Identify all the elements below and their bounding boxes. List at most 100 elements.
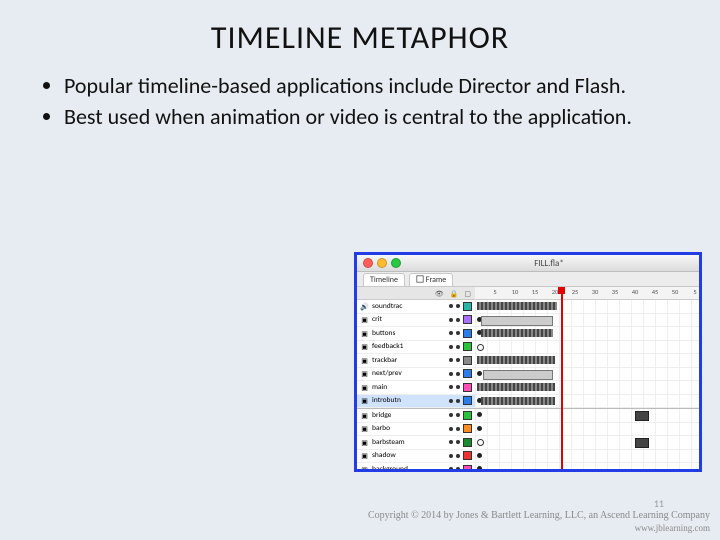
panel-tabs: Timeline Frame bbox=[357, 272, 699, 287]
lock-dot bbox=[456, 345, 460, 349]
layer-name: introbutn bbox=[372, 396, 446, 405]
layer-icon: ▣ bbox=[360, 342, 369, 351]
visibility-dot bbox=[449, 318, 453, 322]
layer-row: ▣introbutn bbox=[357, 395, 475, 409]
layer-row: ▣crit bbox=[357, 314, 475, 328]
bullet-item: Popular timeline-based applications incl… bbox=[64, 73, 690, 100]
lock-dot bbox=[456, 399, 460, 403]
lock-dot bbox=[456, 413, 460, 417]
layer-name: shadow bbox=[372, 451, 446, 460]
timeline-track bbox=[475, 381, 699, 395]
ruler-mark: 40 bbox=[632, 288, 639, 296]
timeline-track bbox=[475, 423, 699, 437]
layer-name: main bbox=[372, 383, 446, 392]
layer-name: soundtrac bbox=[372, 302, 446, 311]
layer-name: barbsteam bbox=[372, 438, 446, 447]
ruler-mark: 5 bbox=[693, 288, 696, 296]
layer-row: 🔊soundtrac bbox=[357, 300, 475, 314]
color-swatch bbox=[463, 383, 472, 392]
eye-icon: 👁 bbox=[435, 289, 444, 298]
lock-dot bbox=[456, 454, 460, 458]
layer-icon: ▣ bbox=[360, 369, 369, 378]
timeline-track bbox=[475, 341, 699, 355]
color-swatch bbox=[463, 438, 472, 447]
lock-dot bbox=[456, 372, 460, 376]
color-swatch bbox=[463, 411, 472, 420]
keyframe bbox=[477, 466, 482, 471]
keyframe bbox=[481, 329, 553, 337]
keyframe bbox=[481, 397, 555, 405]
keyframe bbox=[483, 370, 553, 380]
page-number: 11 bbox=[654, 497, 664, 510]
lock-dot bbox=[456, 304, 460, 308]
window-title: FILL.fla* bbox=[405, 258, 693, 269]
timeline-track bbox=[475, 354, 699, 368]
color-swatch bbox=[463, 451, 472, 460]
layer-icon: ▣ bbox=[360, 411, 369, 420]
keyframe bbox=[477, 383, 555, 391]
bullet-item: Best used when animation or video is cen… bbox=[64, 104, 690, 131]
layer-icon: ▣ bbox=[360, 396, 369, 405]
visibility-dot bbox=[449, 440, 453, 444]
timeline-track bbox=[475, 408, 699, 423]
layer-row: ▣feedback1 bbox=[357, 341, 475, 355]
keyframe bbox=[635, 438, 649, 448]
keyframe bbox=[477, 426, 482, 431]
color-swatch bbox=[463, 342, 472, 351]
visibility-dot bbox=[449, 331, 453, 335]
layer-header: 👁 🔒 ▢ bbox=[357, 287, 475, 300]
ruler-mark: 25 bbox=[572, 288, 579, 296]
lock-dot bbox=[456, 331, 460, 335]
copyright-footer: Copyright © 2014 by Jones & Bartlett Lea… bbox=[368, 510, 710, 534]
layer-icon: ▣ bbox=[360, 438, 369, 447]
ruler-mark: 45 bbox=[652, 288, 659, 296]
visibility-dot bbox=[449, 358, 453, 362]
slide-title: TIMELINE METAPHOR bbox=[0, 0, 720, 57]
ruler-mark: 30 bbox=[592, 288, 599, 296]
layer-name: barbo bbox=[372, 424, 446, 433]
color-swatch bbox=[463, 315, 472, 324]
layer-row: ▣background bbox=[357, 463, 475, 472]
flash-timeline-screenshot: FILL.fla* Timeline Frame 👁 🔒 ▢ 🔊soundtra… bbox=[354, 252, 702, 472]
layer-name: feedback1 bbox=[372, 342, 446, 351]
layer-name: buttons bbox=[372, 329, 446, 338]
timeline-track bbox=[475, 300, 699, 314]
layer-row: ▣barbo bbox=[357, 423, 475, 437]
keyframe bbox=[477, 344, 484, 351]
layer-row: ▣main bbox=[357, 381, 475, 395]
ruler-mark: 15 bbox=[532, 288, 539, 296]
layer-list: 👁 🔒 ▢ 🔊soundtrac▣crit▣buttons▣feedback1▣… bbox=[357, 287, 475, 471]
layer-name: trackbar bbox=[372, 356, 446, 365]
color-swatch bbox=[463, 465, 472, 472]
layer-name: bridge bbox=[372, 411, 446, 420]
timeline-track bbox=[475, 327, 699, 341]
visibility-dot bbox=[449, 372, 453, 376]
bullet-list: Popular timeline-based applications incl… bbox=[40, 73, 690, 131]
layer-icon: ▣ bbox=[360, 329, 369, 338]
layer-row: ▣bridge bbox=[357, 408, 475, 423]
layer-name: crit bbox=[372, 315, 446, 324]
visibility-dot bbox=[449, 467, 453, 471]
keyframe bbox=[477, 356, 555, 364]
close-icon bbox=[363, 258, 373, 268]
color-swatch bbox=[463, 356, 472, 365]
copyright-url: www.jblearning.com bbox=[368, 523, 710, 534]
window-titlebar: FILL.fla* bbox=[357, 255, 699, 272]
tab-frame: Frame bbox=[409, 273, 453, 286]
layer-icon: ▣ bbox=[360, 465, 369, 472]
lock-dot bbox=[456, 440, 460, 444]
keyframe bbox=[477, 412, 482, 417]
layer-row: ▣buttons bbox=[357, 327, 475, 341]
layer-icon: ▣ bbox=[360, 356, 369, 365]
timeline-track bbox=[475, 436, 699, 450]
tab-timeline: Timeline bbox=[363, 273, 405, 286]
color-swatch bbox=[463, 329, 472, 338]
color-swatch bbox=[463, 302, 472, 311]
keyframe bbox=[477, 453, 482, 458]
lock-dot bbox=[456, 467, 460, 471]
color-swatch bbox=[463, 369, 472, 378]
outline-icon: ▢ bbox=[464, 289, 471, 298]
visibility-dot bbox=[449, 345, 453, 349]
layer-icon: ▣ bbox=[360, 315, 369, 324]
ruler-mark: 50 bbox=[672, 288, 679, 296]
